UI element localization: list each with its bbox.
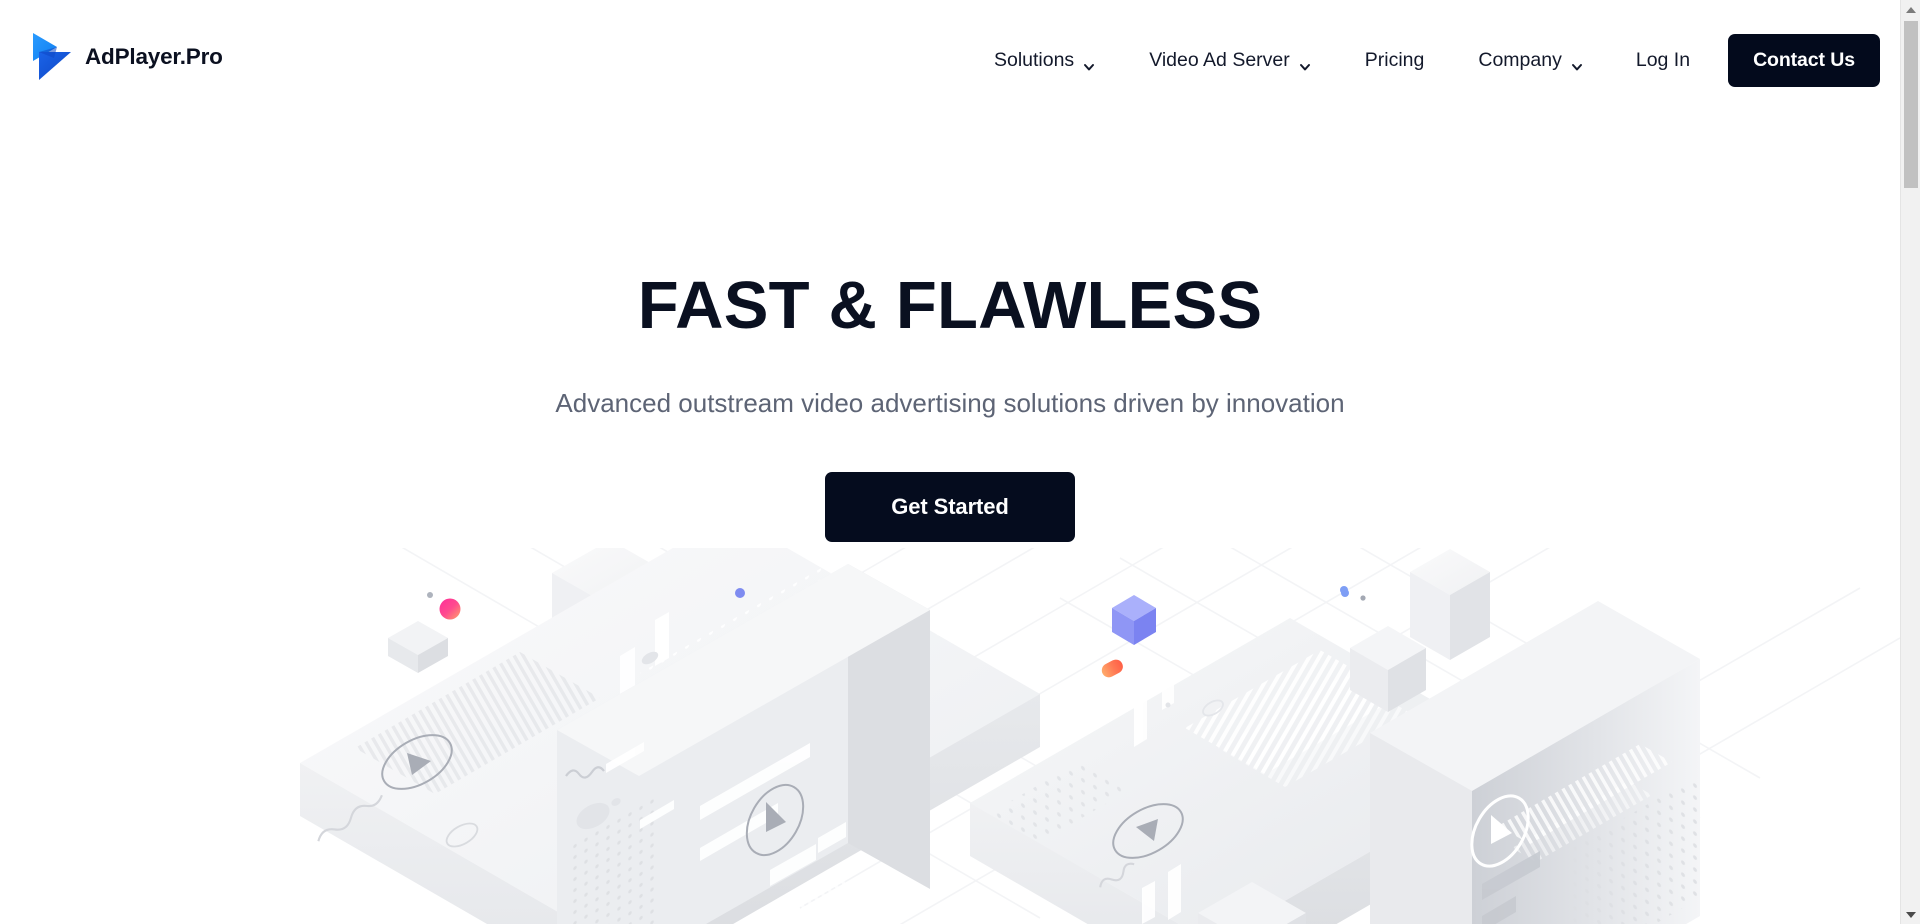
chevron-down-icon xyxy=(1299,56,1311,70)
purple-cube xyxy=(1112,595,1156,645)
nav-item-log-in[interactable]: Log In xyxy=(1610,0,1716,120)
scroll-thumb[interactable] xyxy=(1904,21,1918,188)
nav-item-pricing[interactable]: Pricing xyxy=(1338,0,1452,120)
page-viewport: FAST & FLAWLESS Advanced outstream video… xyxy=(0,0,1900,924)
contact-us-button[interactable]: Contact Us xyxy=(1728,33,1880,87)
nav-label-solutions: Solutions xyxy=(993,48,1075,71)
brand-logo-link[interactable]: AdPlayer.Pro xyxy=(32,32,223,81)
chevron-down-icon xyxy=(1571,56,1583,70)
main-navigation: Solutions Video Ad Server Pricing Compan… xyxy=(967,0,1880,120)
scroll-up-arrow-icon[interactable] xyxy=(1901,0,1920,19)
brand-name: AdPlayer.Pro xyxy=(85,43,223,69)
tall-box-right xyxy=(1410,549,1490,660)
adplayer-play-logo-icon xyxy=(32,32,72,81)
small-cube-left xyxy=(388,621,448,673)
hero-cta-wrapper: Get Started xyxy=(0,472,1900,542)
nav-label-video-ad-server: Video Ad Server xyxy=(1149,48,1290,71)
get-started-button[interactable]: Get Started xyxy=(825,472,1075,542)
coral-capsule xyxy=(1101,659,1123,678)
vertical-scrollbar[interactable] xyxy=(1900,0,1920,924)
nav-item-company[interactable]: Company xyxy=(1451,0,1609,120)
hero-subtitle: Advanced outstream video advertising sol… xyxy=(555,388,1345,418)
nav-item-video-ad-server[interactable]: Video Ad Server xyxy=(1122,0,1338,120)
hero-illustration xyxy=(0,548,1900,924)
chevron-down-icon xyxy=(1083,56,1095,70)
site-header: AdPlayer.Pro Solutions Video Ad Server P xyxy=(0,0,1900,120)
page-root: FAST & FLAWLESS Advanced outstream video… xyxy=(0,0,1920,924)
page-title: FAST & FLAWLESS xyxy=(637,268,1263,343)
nav-item-solutions[interactable]: Solutions xyxy=(967,0,1122,120)
nav-label-log-in: Log In xyxy=(1635,48,1691,71)
scroll-down-arrow-icon[interactable] xyxy=(1901,905,1920,924)
nav-label-company: Company xyxy=(1478,48,1562,71)
nav-label-pricing: Pricing xyxy=(1364,48,1425,71)
